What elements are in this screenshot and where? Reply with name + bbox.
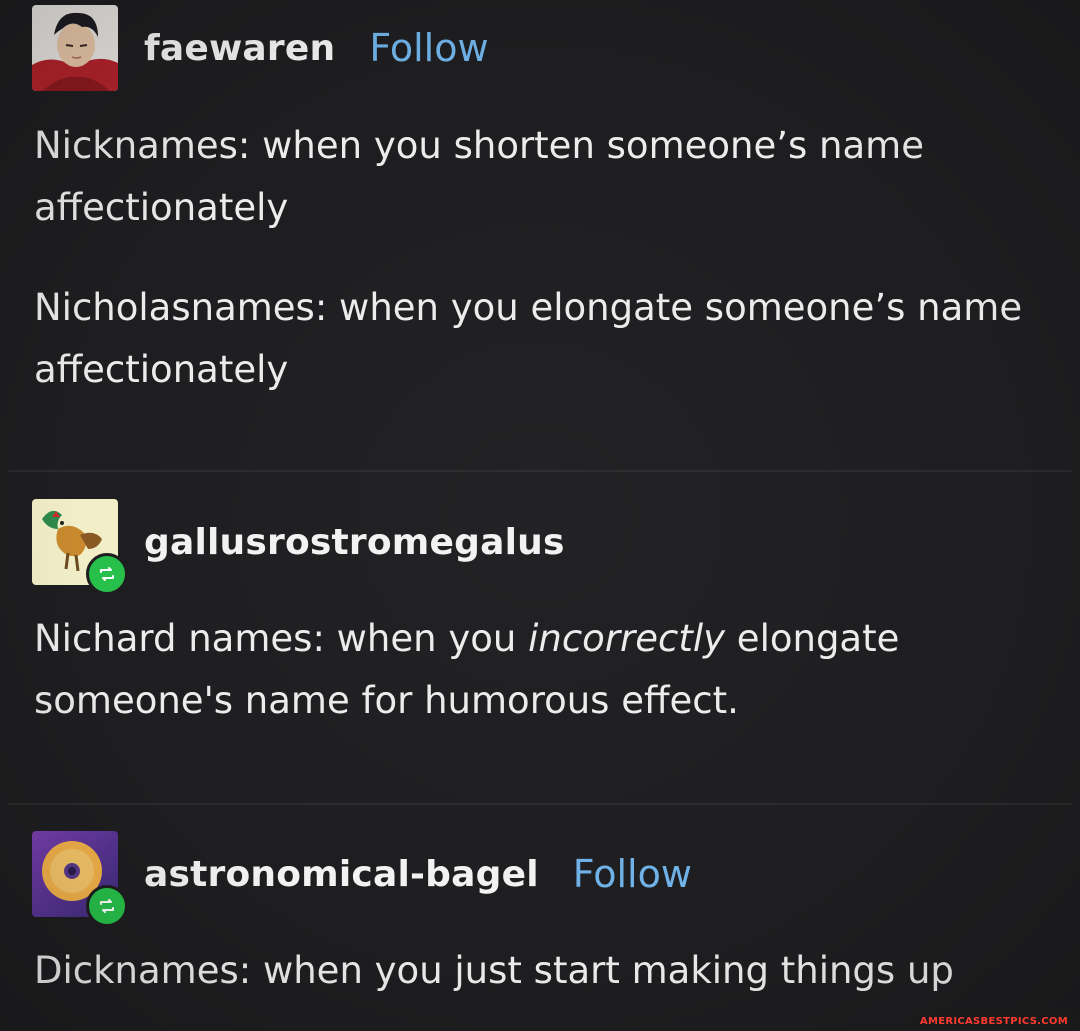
post-paragraph: Nicholasnames: when you elongate someone… [34,286,1023,391]
username[interactable]: faewaren [144,28,335,69]
post-divider [8,803,1072,805]
post-paragraph: Nichard names: when you incorrectly elon… [34,608,1034,732]
username[interactable]: gallusrostromegalus [144,522,565,563]
post-header: astronomical-bagel Follow [32,830,692,927]
avatar[interactable] [32,5,118,91]
follow-button[interactable]: Follow [369,26,488,70]
username[interactable]: astronomical-bagel [144,854,539,895]
post-paragraph: Nicknames: when you shorten someone’s na… [34,124,924,229]
anime-character-avatar-icon [32,5,118,91]
follow-button[interactable]: Follow [573,852,692,896]
post-body: Nicknames: when you shorten someone’s na… [34,115,1034,401]
post-text-emphasis: incorrectly [528,617,726,660]
avatar[interactable] [32,831,128,927]
post-text: Nichard names: when you [34,617,529,660]
post-divider [8,470,1072,472]
avatar[interactable] [32,499,128,595]
watermark: AMERICASBESTPICS.COM [913,1014,1074,1029]
post-header: gallusrostromegalus [32,498,565,595]
reblog-icon [86,885,128,927]
post-header: faewaren Follow [32,4,489,92]
reblog-icon [86,553,128,595]
post-body: Nichard names: when you incorrectly elon… [34,608,1034,732]
post-body: Dicknames: when you just start making th… [34,940,1034,1002]
post-paragraph: Dicknames: when you just start making th… [34,949,954,992]
